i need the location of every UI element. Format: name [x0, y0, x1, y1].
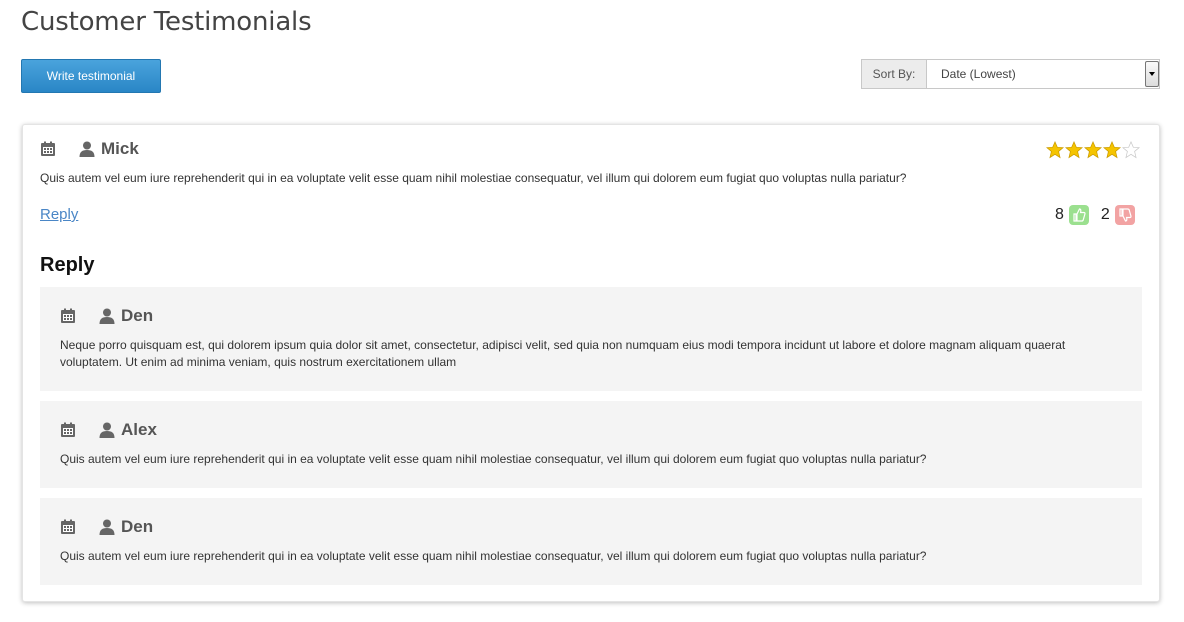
testimonial-author: Mick	[101, 139, 139, 158]
thumbs-down-icon[interactable]	[1114, 205, 1135, 225]
sort-control: Sort By: Date (Lowest)	[861, 59, 1160, 89]
vote-controls: 8 2	[1055, 205, 1135, 225]
chevron-down-icon[interactable]	[1145, 61, 1159, 87]
calendar-icon	[60, 422, 76, 438]
reply-text: Neque porro quisquam est, qui dolorem ip…	[60, 338, 1066, 369]
sort-selected-value: Date (Lowest)	[941, 67, 1016, 81]
like-count: 8	[1055, 206, 1064, 223]
calendar-icon	[60, 308, 76, 324]
user-icon	[99, 422, 115, 438]
star-empty-icon	[1122, 141, 1140, 159]
user-icon	[79, 141, 95, 157]
testimonial-text: Quis autem vel eum iure reprehenderit qu…	[40, 171, 907, 185]
testimonial-card: Mick Quis autem vel eum iure reprehender…	[22, 124, 1160, 602]
page-title: Customer Testimonials	[21, 7, 312, 37]
reply-item: Den Neque porro quisquam est, qui dolore…	[40, 287, 1142, 391]
user-icon	[99, 308, 115, 324]
sort-select[interactable]: Date (Lowest)	[927, 60, 1159, 88]
calendar-icon	[60, 519, 76, 535]
reply-author: Den	[121, 306, 154, 325]
star-filled-icon	[1084, 141, 1102, 159]
reply-meta: Den	[60, 306, 153, 326]
star-filled-icon	[1046, 141, 1064, 159]
reply-author: Alex	[121, 420, 157, 439]
star-rating	[1046, 141, 1140, 159]
write-testimonial-button[interactable]: Write testimonial	[21, 59, 161, 93]
reply-text: Quis autem vel eum iure reprehenderit qu…	[60, 549, 927, 563]
calendar-icon	[40, 141, 56, 157]
reply-meta: Alex	[60, 420, 157, 440]
reply-text: Quis autem vel eum iure reprehenderit qu…	[60, 452, 927, 466]
reply-item: Den Quis autem vel eum iure reprehenderi…	[40, 498, 1142, 585]
testimonial-meta: Mick	[40, 139, 139, 159]
reply-link[interactable]: Reply	[40, 206, 78, 223]
reply-item: Alex Quis autem vel eum iure reprehender…	[40, 401, 1142, 488]
dislike-count: 2	[1100, 206, 1110, 223]
sort-by-label: Sort By:	[862, 60, 927, 88]
star-filled-icon	[1065, 141, 1083, 159]
star-filled-icon	[1103, 141, 1121, 159]
reply-author: Den	[121, 517, 154, 536]
user-icon	[99, 519, 115, 535]
reply-meta: Den	[60, 517, 153, 537]
thumbs-up-icon[interactable]	[1068, 205, 1089, 225]
reply-heading: Reply	[40, 254, 95, 276]
